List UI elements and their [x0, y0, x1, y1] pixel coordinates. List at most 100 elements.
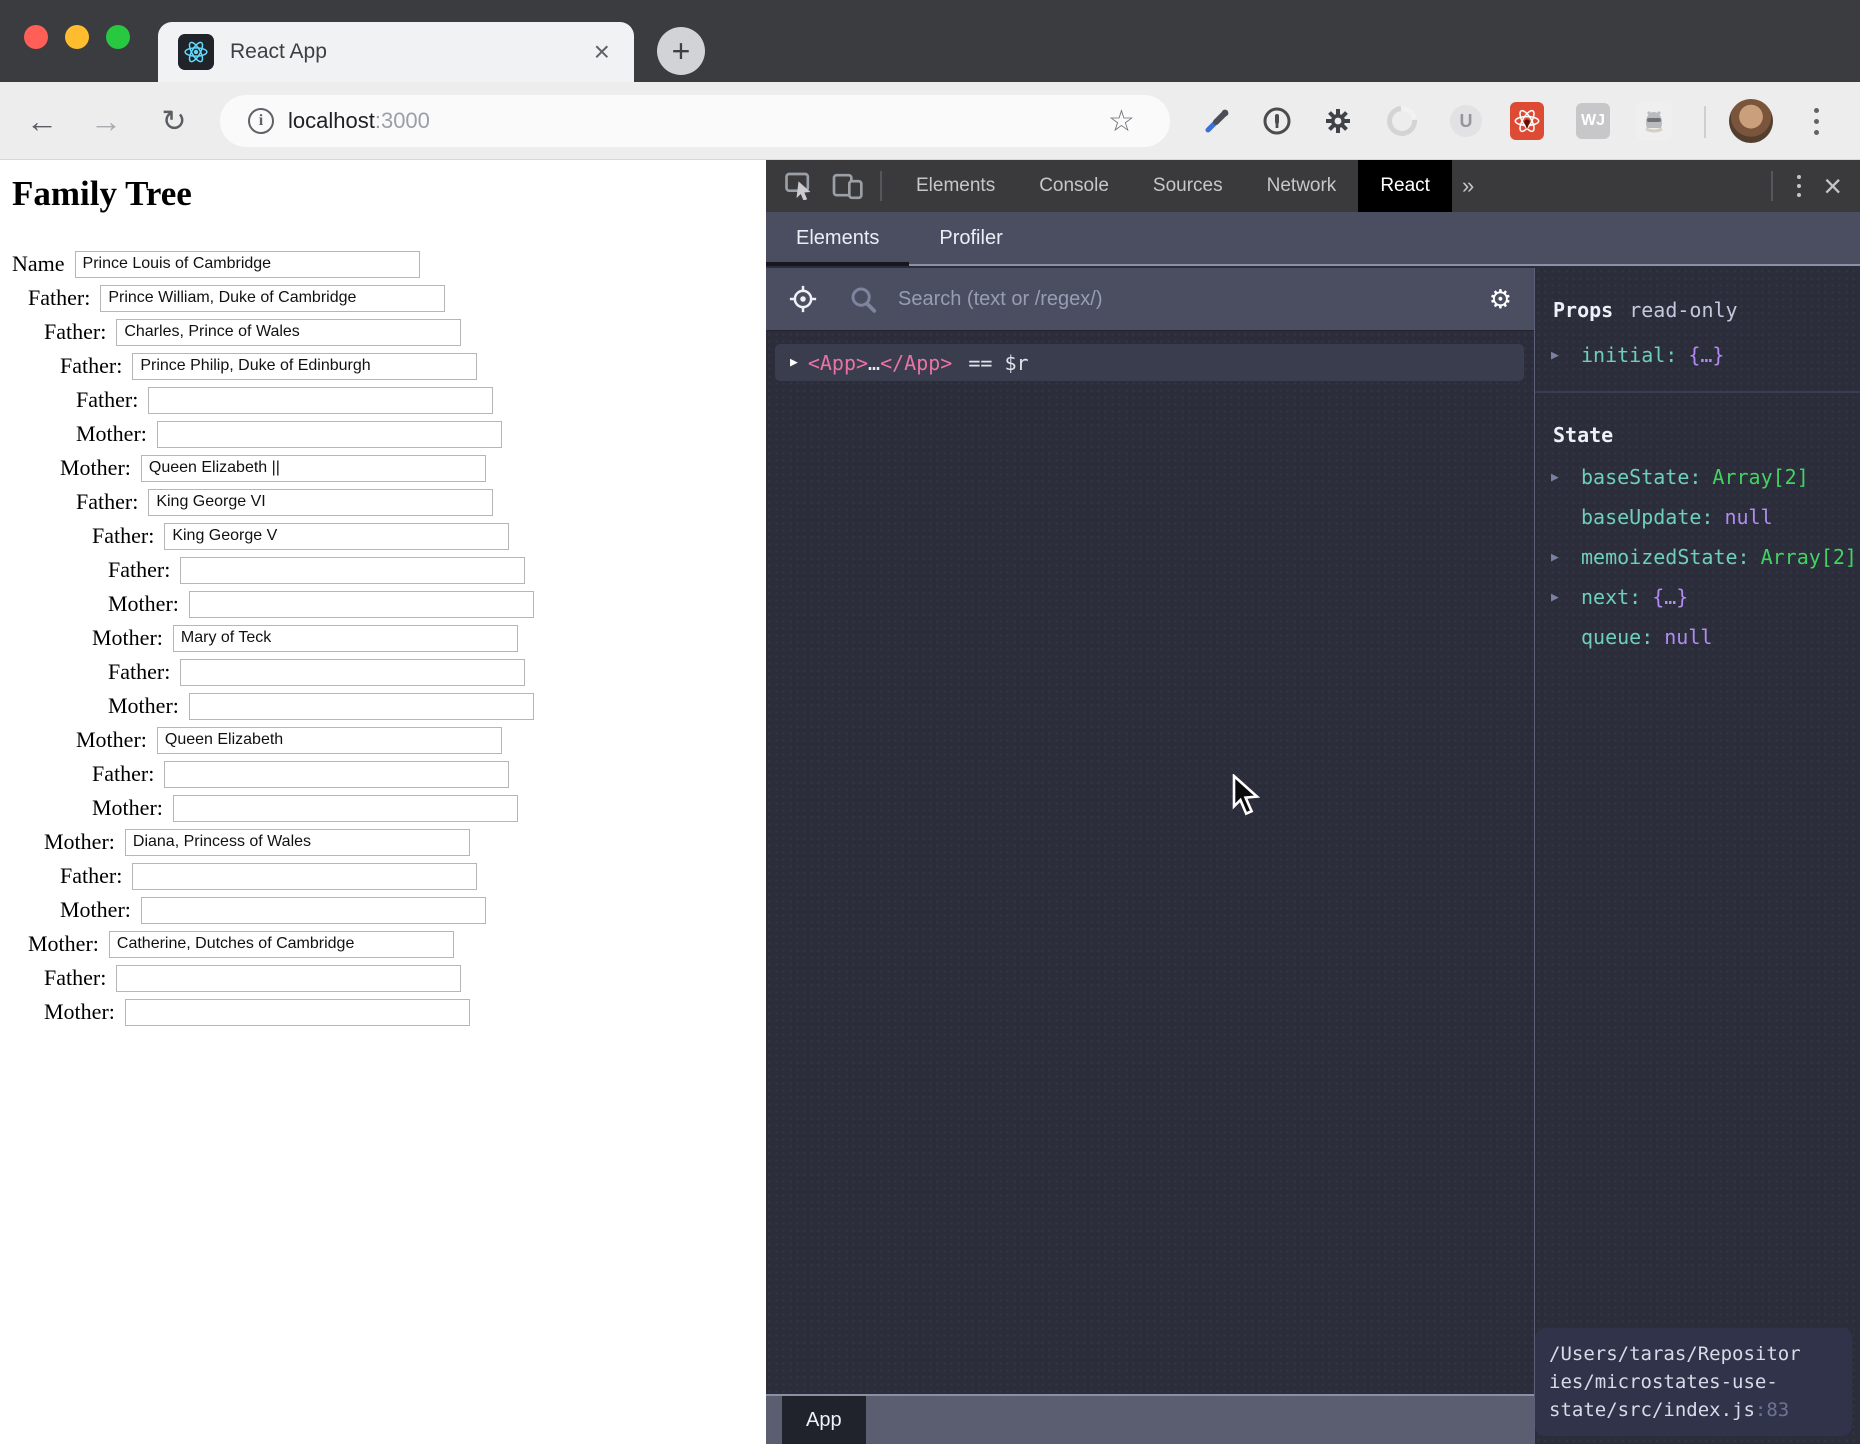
expand-arrow-icon[interactable]: ▶ — [1551, 470, 1566, 485]
subtab-profiler[interactable]: Profiler — [909, 212, 1032, 264]
form-row: Father: — [0, 488, 766, 516]
state-row-memoizedstate[interactable]: ▶ memoizedState: Array[2] — [1535, 537, 1860, 577]
field-label: Father: — [44, 319, 106, 345]
devtools-menu-icon[interactable] — [1797, 175, 1801, 197]
onepassword-extension-icon[interactable] — [1255, 82, 1299, 160]
form-row: Father: — [0, 658, 766, 686]
form-row: Father: — [0, 522, 766, 550]
site-info-icon[interactable]: i — [248, 108, 274, 134]
form-row: Father: — [0, 318, 766, 346]
toolbar-divider — [1704, 106, 1706, 138]
u-extension-icon[interactable]: U — [1444, 82, 1488, 160]
url-text: localhost:3000 — [288, 108, 430, 134]
zoom-window-button[interactable] — [106, 25, 130, 49]
devtools-tab-console[interactable]: Console — [1017, 160, 1131, 212]
console-reference: == $r — [968, 351, 1028, 375]
father-input[interactable] — [148, 387, 493, 414]
field-label: Mother: — [44, 999, 115, 1025]
mother-input[interactable] — [141, 455, 486, 482]
father-input[interactable] — [132, 353, 477, 380]
settings-gear-icon[interactable]: ⚙ — [1489, 284, 1512, 315]
mother-input[interactable] — [173, 625, 518, 652]
father-input[interactable] — [148, 489, 493, 516]
mother-input[interactable] — [157, 727, 502, 754]
form-row: Mother: — [0, 828, 766, 856]
field-label: Mother: — [60, 455, 131, 481]
mother-input[interactable] — [173, 795, 518, 822]
father-input[interactable] — [180, 557, 525, 584]
ellipsis: … — [868, 351, 880, 375]
prop-row-initial[interactable]: ▶ initial: {…} — [1535, 343, 1860, 367]
browser-tab[interactable]: React App × — [158, 22, 634, 82]
gear-extension-icon[interactable] — [1316, 82, 1360, 160]
state-value: Array[2] — [1712, 465, 1808, 489]
devtools-tab-network[interactable]: Network — [1245, 160, 1359, 212]
more-tabs-icon[interactable]: » — [1452, 173, 1484, 199]
field-label: Mother: — [44, 829, 115, 855]
swirl-extension-icon[interactable] — [1380, 82, 1424, 160]
mother-input[interactable] — [189, 591, 534, 618]
expand-arrow-icon[interactable]: ▶ — [1551, 590, 1566, 605]
search-icon — [848, 284, 878, 314]
new-tab-button[interactable]: + — [657, 27, 705, 75]
react-devtools-extension-icon[interactable] — [1505, 82, 1549, 160]
form-row: Mother: — [0, 998, 766, 1026]
forward-button[interactable]: → — [78, 82, 134, 160]
device-toolbar-icon[interactable] — [828, 173, 868, 200]
mother-input[interactable] — [189, 693, 534, 720]
inspect-element-icon[interactable] — [780, 172, 820, 200]
field-label: Mother: — [108, 693, 179, 719]
ember-extension-icon[interactable] — [1632, 82, 1676, 160]
search-input[interactable]: Search (text or /regex/) — [898, 288, 1489, 311]
devtools-close-icon[interactable]: × — [1823, 170, 1842, 202]
father-input[interactable] — [180, 659, 525, 686]
state-value: null — [1664, 625, 1712, 649]
form-row: Father: — [0, 352, 766, 380]
field-label: Mother: — [76, 421, 147, 447]
form-row: Mother: — [0, 896, 766, 924]
father-input[interactable] — [116, 965, 461, 992]
form-row: Name — [0, 250, 766, 278]
expand-arrow-icon[interactable]: ▶ — [1551, 550, 1566, 565]
browser-toolbar: ← → ↻ i localhost:3000 ☆ U WJ — [0, 82, 1860, 160]
father-input[interactable] — [164, 523, 509, 550]
prop-key: initial: — [1581, 343, 1677, 367]
form-row: Mother: — [0, 692, 766, 720]
breadcrumb-app[interactable]: App — [782, 1396, 866, 1444]
tab-close-icon[interactable]: × — [590, 38, 614, 66]
minimize-window-button[interactable] — [65, 25, 89, 49]
expand-arrow-icon[interactable]: ▶ — [790, 355, 798, 370]
mother-input[interactable] — [141, 897, 486, 924]
field-label: Father: — [92, 523, 154, 549]
devtools-tab-elements[interactable]: Elements — [894, 160, 1017, 212]
mother-input[interactable] — [125, 829, 470, 856]
father-input[interactable] — [132, 863, 477, 890]
react-favicon — [178, 34, 214, 70]
mother-input[interactable] — [157, 421, 502, 448]
mother-input[interactable] — [125, 999, 470, 1026]
close-window-button[interactable] — [24, 25, 48, 49]
wj-extension-icon[interactable]: WJ — [1571, 82, 1615, 160]
profile-avatar[interactable] — [1729, 99, 1773, 143]
browser-menu-icon[interactable] — [1806, 82, 1826, 160]
tree-node-app[interactable]: ▶ <App>…</App> == $r — [775, 344, 1524, 381]
devtools-tab-react[interactable]: React — [1358, 160, 1452, 212]
expand-arrow-icon[interactable]: ▶ — [1551, 348, 1566, 363]
eyedropper-extension-icon[interactable] — [1194, 82, 1238, 160]
father-input[interactable] — [100, 285, 445, 312]
father-input[interactable] — [116, 319, 461, 346]
state-row-basestate[interactable]: ▶ baseState: Array[2] — [1535, 457, 1860, 497]
reload-button[interactable]: ↻ — [146, 82, 202, 160]
select-element-icon[interactable] — [788, 284, 818, 314]
bookmark-star-icon[interactable]: ☆ — [1108, 82, 1135, 160]
field-label: Father: — [60, 353, 122, 379]
subtab-elements[interactable]: Elements — [766, 212, 909, 264]
name-input[interactable] — [75, 251, 420, 278]
react-devtools-subtabs: Elements Profiler — [766, 212, 1860, 266]
address-bar[interactable]: i localhost:3000 — [220, 95, 1170, 147]
mother-input[interactable] — [109, 931, 454, 958]
back-button[interactable]: ← — [14, 82, 70, 160]
devtools-tab-sources[interactable]: Sources — [1131, 160, 1245, 212]
state-row-next[interactable]: ▶ next: {…} — [1535, 577, 1860, 617]
father-input[interactable] — [164, 761, 509, 788]
